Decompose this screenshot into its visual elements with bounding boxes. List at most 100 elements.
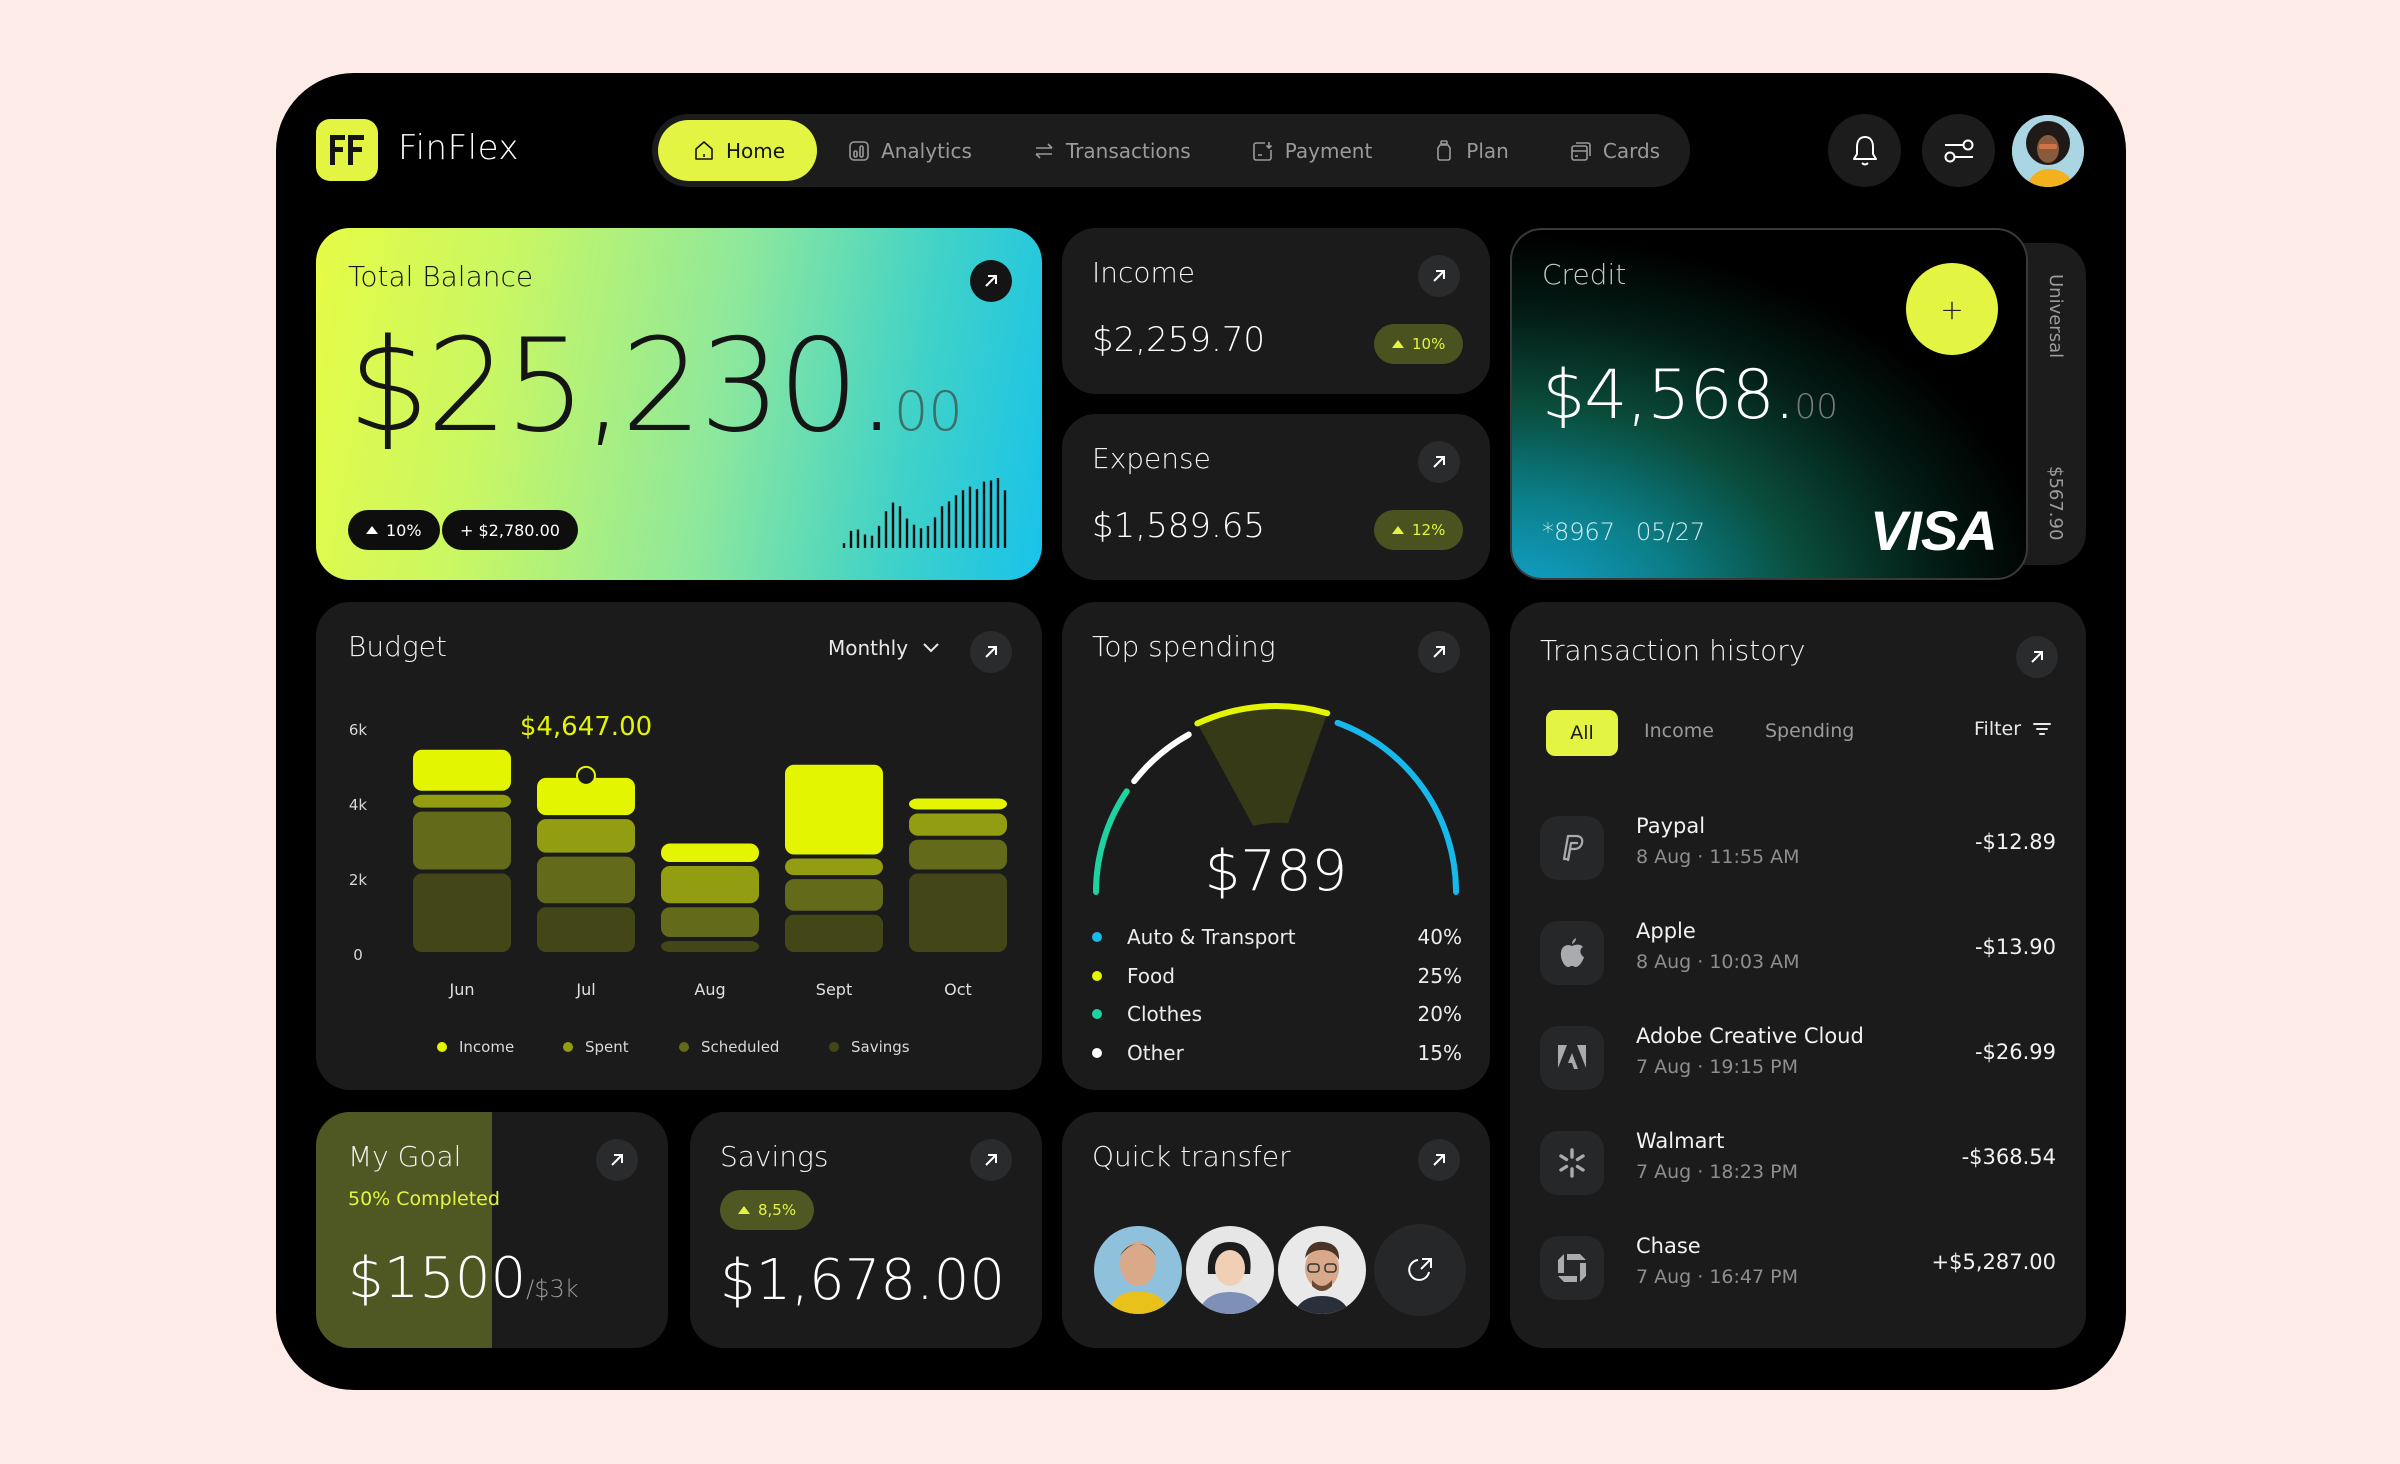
arrow-up-right-icon [2031,651,2043,663]
legend-dot [1092,932,1102,943]
walmart-icon [1540,1131,1604,1195]
bar-segment-scheduled[interactable] [785,879,883,911]
tab-spending[interactable]: Spending [1765,720,1854,742]
expense-amount: $1,589.65 [1092,506,1266,546]
bar-segment-savings[interactable] [909,873,1007,953]
nav-label: Transactions [1065,138,1191,163]
gauge-segment-other[interactable] [1131,731,1192,785]
spending-row: Auto & Transport 40% [1092,918,1462,957]
my-goal-card[interactable]: My Goal 50% Completed $1500/$3k [316,1112,668,1348]
open-transactions-button[interactable] [2016,636,2058,678]
nav-item-payment[interactable]: Payment [1221,120,1403,181]
main-nav: Home Analytics Transactions Payment Plan… [652,114,1690,187]
savings-card[interactable]: Savings 8,5% $1,678.00 [690,1112,1042,1348]
add-card-button[interactable]: + [1906,263,1998,355]
income-title: Income [1092,256,1196,289]
app-logo[interactable] [316,119,378,181]
bar-segment-savings[interactable] [413,873,511,953]
nav-item-plan[interactable]: Plan [1402,120,1539,181]
secondary-card-name: Universal [2045,274,2066,359]
open-goal-button[interactable] [596,1139,638,1181]
bar-segment-scheduled[interactable] [537,856,635,904]
bar-segment-scheduled[interactable] [413,811,511,870]
transaction-row[interactable]: Paypal 8 Aug · 11:55 AM -$12.89 [1540,814,2056,880]
tab-all[interactable]: All [1546,710,1618,756]
y-tick-label: 0 [353,946,363,964]
card-number: *8967 [1542,518,1616,546]
spending-legend: Auto & Transport 40% Food 25% Clothes 20% O… [1092,918,1462,1072]
y-tick-label: 2k [349,871,368,889]
legend-dot [563,1042,573,1052]
open-income-button[interactable] [1418,255,1460,297]
bar-segment-spent[interactable] [785,858,883,876]
filter-button[interactable]: Filter [1974,718,2052,740]
up-triangle-icon [1392,340,1404,348]
bar-segment-scheduled[interactable] [909,839,1007,870]
open-balance-button[interactable] [970,260,1012,302]
share-arrow-icon [1408,1258,1432,1281]
user-avatar[interactable] [2012,115,2084,187]
bar-segment-income[interactable] [413,749,511,791]
nav-item-analytics[interactable]: Analytics [817,120,1002,181]
contact-avatar-1[interactable] [1094,1226,1182,1314]
open-savings-button[interactable] [970,1139,1012,1181]
chase-icon [1540,1236,1604,1300]
transaction-row[interactable]: Apple 8 Aug · 10:03 AM -$13.90 [1540,919,2056,985]
expense-card[interactable]: Expense $1,589.65 12% [1062,414,1490,580]
expense-change-badge: 12% [1374,510,1464,550]
contact-avatar-3[interactable] [1278,1226,1366,1314]
tab-income[interactable]: Income [1644,720,1714,742]
open-expense-button[interactable] [1418,441,1460,483]
top-spending-card: Top spending $789 Auto & Transport 40% Fo… [1062,602,1490,1090]
bar-segment-savings[interactable] [785,914,883,952]
bar-marker[interactable] [576,765,596,786]
income-card[interactable]: Income $2,259.70 10% [1062,228,1490,394]
transaction-row[interactable]: Walmart 7 Aug · 18:23 PM -$368.54 [1540,1129,2056,1195]
up-triangle-icon [1392,526,1404,534]
legend-dot [829,1042,839,1052]
credit-card[interactable]: Credit + $4,568.00 *8967 05/27 VISA [1510,228,2028,580]
gauge-segment-auto-transport[interactable] [1334,719,1459,895]
bar-segment-savings[interactable] [661,941,759,952]
legend-dot [1092,1009,1102,1020]
transaction-amount: -$368.54 [1961,1145,2056,1169]
nav-item-transactions[interactable]: Transactions [1002,120,1221,181]
settings-button[interactable] [1922,114,1995,187]
transaction-amount: +$5,287.00 [1931,1250,2056,1274]
arrow-up-right-icon [1433,1154,1445,1166]
total-balance-amount: $25,230.00 [348,323,963,451]
gauge-segment-clothes[interactable] [1093,788,1130,895]
x-tick-label: Aug [694,980,725,999]
balance-main: $25,230. [348,312,897,461]
savings-change-badge: 8,5% [720,1190,815,1230]
amount-text: + $2,780.00 [460,520,560,540]
merchant-name: Adobe Creative Cloud [1636,1024,1864,1048]
transaction-row[interactable]: Adobe Creative Cloud 7 Aug · 19:15 PM -$… [1540,1024,2056,1090]
bar-segment-spent[interactable] [909,813,1007,836]
bar-segment-income[interactable] [785,764,883,855]
bar-segment-scheduled[interactable] [661,907,759,937]
credit-amount: $4,568.00 [1542,356,1838,435]
analytics-icon [849,140,869,161]
open-quick-transfer-button[interactable] [1418,1139,1460,1181]
legend-dot [679,1042,689,1052]
bar-segment-income[interactable] [661,843,759,863]
balance-change-amount: + $2,780.00 [442,510,578,550]
bar-segment-spent[interactable] [537,819,635,853]
nav-item-home[interactable]: Home [658,120,818,181]
more-contacts-button[interactable] [1374,1224,1466,1316]
notifications-button[interactable] [1828,114,1901,187]
gauge-highlight [1197,706,1328,826]
spending-gauge: $789 [1093,703,1459,902]
transaction-row[interactable]: Chase 7 Aug · 16:47 PM +$5,287.00 [1540,1234,2056,1300]
spending-total: $789 [1205,839,1348,902]
contact-avatar-2[interactable] [1186,1226,1274,1314]
transaction-date: 8 Aug · 11:55 AM [1636,846,1800,868]
bar-segment-income[interactable] [909,798,1007,810]
bar-segment-savings[interactable] [537,907,635,952]
nav-label: Cards [1602,138,1661,163]
bar-segment-spent[interactable] [661,866,759,904]
nav-item-cards[interactable]: Cards [1539,120,1690,181]
bar-segment-spent[interactable] [413,794,511,808]
balance-cents: 00 [894,380,963,443]
